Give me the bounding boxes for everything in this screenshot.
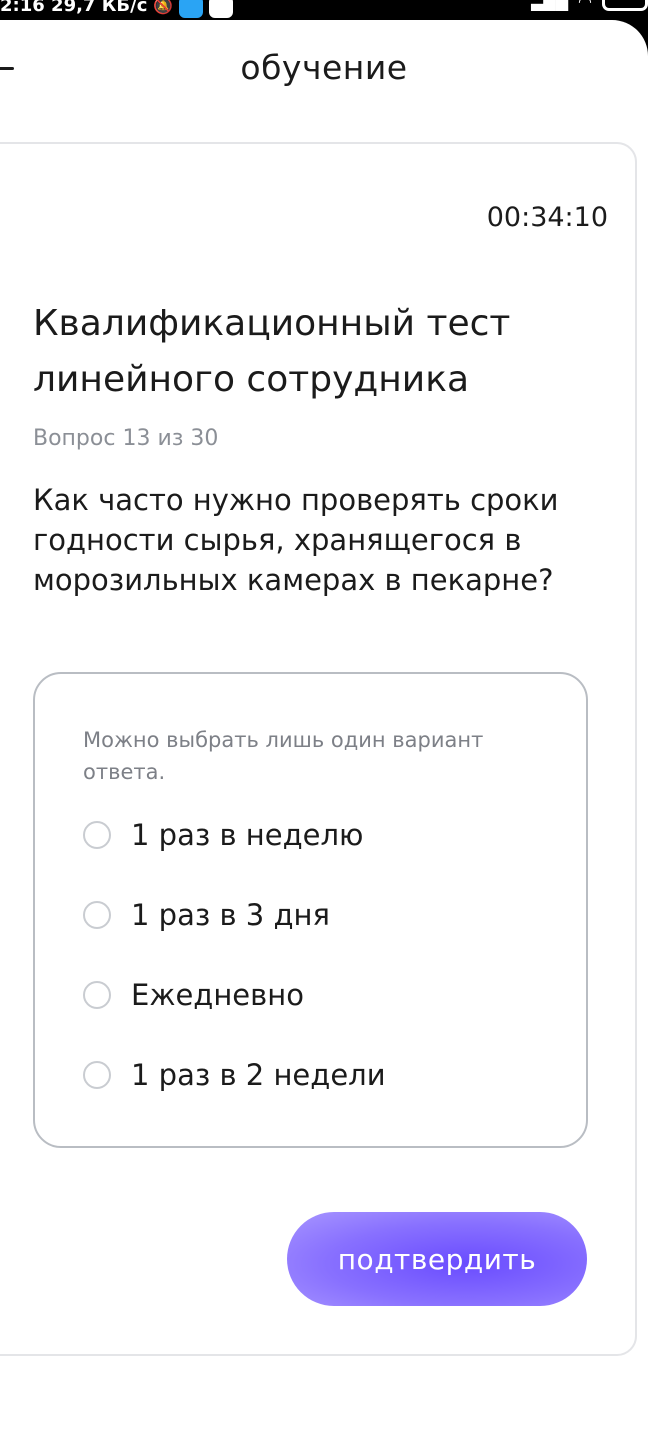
google-icon xyxy=(209,0,234,18)
selection-hint: Можно выбрать лишь один вариант ответа. xyxy=(83,728,484,784)
wifi-icon: ◠ xyxy=(578,0,592,11)
signal-icon: ▃▅▇ xyxy=(531,0,569,11)
answer-option-3[interactable]: Ежедневно xyxy=(83,978,304,1012)
answer-option-4[interactable]: 1 раз в 2 недели xyxy=(83,1058,386,1092)
radio-button[interactable] xyxy=(83,901,111,929)
answer-options: Можно выбрать лишь один вариант ответа. … xyxy=(33,672,588,1148)
screen: обучение 00:34:10 Квалификационный тест … xyxy=(0,20,648,1440)
answer-option-2[interactable]: 1 раз в 3 дня xyxy=(83,898,330,932)
answer-option-label: 1 раз в 3 дня xyxy=(131,898,330,932)
battery-icon xyxy=(602,0,648,11)
answer-option-label: 1 раз в неделю xyxy=(131,818,364,852)
radio-button[interactable] xyxy=(83,1061,111,1089)
status-right: ▃▅▇ ◠ xyxy=(531,0,648,11)
radio-button[interactable] xyxy=(83,821,111,849)
test-title: Квалификационный тест линейного сотрудни… xyxy=(33,303,511,400)
status-bar: 2:16 29,7 КБ/с 🔕 ▃▅▇ ◠ xyxy=(0,0,648,22)
answer-option-label: 1 раз в 2 недели xyxy=(131,1058,386,1092)
status-left: 2:16 29,7 КБ/с 🔕 xyxy=(0,0,234,18)
radio-button[interactable] xyxy=(83,981,111,1009)
timer: 00:34:10 xyxy=(486,202,608,233)
question-counter: Вопрос 13 из 30 xyxy=(33,426,219,451)
page-title: обучение xyxy=(240,48,408,87)
telegram-icon xyxy=(179,0,204,18)
app-header: обучение xyxy=(0,20,648,120)
silent-icon: 🔕 xyxy=(153,0,174,15)
question-text: Как часто нужно проверять сроки годности… xyxy=(33,483,559,597)
confirm-button[interactable]: подтвердить xyxy=(287,1212,587,1306)
status-text: 2:16 29,7 КБ/с xyxy=(0,0,148,16)
answer-option-1[interactable]: 1 раз в неделю xyxy=(83,818,363,852)
answer-option-label: Ежедневно xyxy=(131,978,304,1012)
